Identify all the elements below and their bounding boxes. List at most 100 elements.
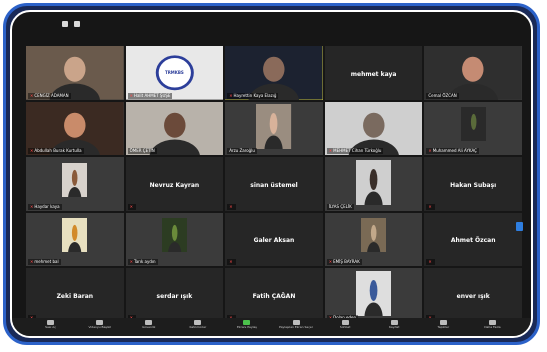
participant-label: ✕ [127, 203, 136, 210]
muted-mic-icon: ✕ [428, 203, 432, 209]
participant-tile[interactable]: ✕Dolan eden [324, 268, 423, 322]
participant-name: Hakan Subaşı [450, 181, 497, 189]
participant-tile[interactable]: Zeki Baran✕ [26, 268, 124, 322]
logo-text: TRMKBS [164, 70, 184, 76]
participant-tile[interactable]: ✕Hayrettin Kaya Elazığ [225, 46, 323, 100]
window-frame: ✕CENGİZ ADAMAN TRMKBS ✕Halit AHMET ŞUŞE ✕Ha… [3, 3, 540, 345]
participant-label: ✕Tarık aydın [127, 259, 158, 266]
toolbar-button[interactable]: Sesi Aç [34, 318, 68, 336]
participant-tile[interactable]: TRMKBS ✕Halit AHMET ŞUŞE [125, 46, 224, 100]
gallery-grid: ✕CENGİZ ADAMAN TRMKBS ✕Halit AHMET ŞUŞE ✕Ha… [26, 46, 522, 322]
participant-tile[interactable]: Nevruz Kayran ✕ [125, 157, 224, 211]
muted-mic-icon: ✕ [229, 203, 233, 209]
participant-label: ✕Haydar kaya [28, 203, 62, 210]
participant-label: ✕Hayrettin Kaya Elazığ [227, 92, 279, 99]
toolbar-button[interactable]: Güvenlik [132, 318, 166, 336]
muted-mic-icon: ✕ [229, 259, 233, 265]
toolbar-button-label: Sesi Aç [45, 325, 56, 329]
participant-label: ✕ [426, 203, 435, 210]
toolbar-button[interactable]: Kaydet [377, 318, 411, 336]
participant-tile[interactable]: mehmet kaya [324, 46, 423, 100]
participant-label: ✕ [426, 259, 435, 266]
participant-tile[interactable]: İLYAS ÇELİK [324, 157, 423, 211]
fullscreen-icon[interactable] [74, 21, 80, 27]
participant-tile[interactable]: ✕Muhammed Ali AYKAÇ [424, 101, 522, 156]
video-feed [62, 162, 88, 197]
participant-tile[interactable]: Fatih ÇAĞAN✕ [225, 268, 323, 322]
muted-mic-icon: ✕ [30, 148, 34, 154]
participant-tile[interactable]: Ahmet Özcan ✕ [424, 212, 522, 267]
participant-label-text: CENGİZ ADAMAN [34, 92, 69, 98]
participant-label: ✕Muhammed Ali AYKAÇ [426, 148, 479, 155]
participant-name: enver ışık [456, 293, 490, 301]
toolbar-button-label: Videoyu Başlat [88, 325, 111, 329]
participant-name: Galer Aksan [253, 237, 295, 245]
video-feed [356, 271, 392, 317]
participant-label-text: mehmet bal [34, 259, 59, 265]
meeting-window: ✕CENGİZ ADAMAN TRMKBS ✕Halit AHMET ŞUŞE ✕Ha… [10, 10, 533, 338]
toolbar-button[interactable]: Ekranı Paylaş [230, 318, 264, 336]
participant-tile[interactable]: ✕Haydar kaya [26, 157, 124, 211]
participant-name: Nevruz Kayran [149, 181, 200, 189]
muted-mic-icon: ✕ [30, 259, 34, 265]
participant-label-text: Tarık aydın [133, 259, 156, 265]
participant-name: Fatih ÇAĞAN [252, 293, 296, 301]
participant-tile[interactable]: sinan üstemel ✕ [225, 157, 323, 211]
toolbar-button[interactable]: Videoyu Başlat [83, 318, 117, 336]
participant-tile[interactable]: ✕Abdullah Burak Kurtulla [26, 101, 124, 156]
participant-tile[interactable]: ✕Tarık aydın [125, 212, 224, 267]
participant-tile[interactable]: Arzu Zaroğlu [225, 101, 323, 156]
participant-name: Zeki Baran [56, 293, 94, 301]
participant-label: ✕ [227, 259, 236, 266]
toolbar-button[interactable]: Tepkiler [426, 318, 460, 336]
muted-mic-icon: ✕ [328, 148, 333, 154]
participant-label-text: Hayrettin Kaya Elazığ [233, 92, 277, 98]
muted-mic-icon: ✕ [428, 148, 432, 154]
participant-tile[interactable]: enver ışık✕ [424, 268, 522, 322]
muted-mic-icon: ✕ [129, 203, 133, 209]
participant-tile[interactable]: ✕CENGİZ ADAMAN [26, 46, 124, 100]
video-feed [360, 218, 387, 253]
toolbar-button[interactable]: Paylaşılan Ekran Seçenekleri [279, 318, 313, 336]
toolbar-button[interactable]: Katılımcılar [181, 318, 215, 336]
toolbar-button[interactable]: Daha Fazla [475, 318, 509, 336]
participant-tile[interactable]: ÖMER ÇETİN [125, 101, 224, 156]
meeting-toolbar: Sesi Aç Videoyu Başlat Güvenlik Katılımcıla… [12, 318, 531, 336]
participant-label: Cemal ÖZCAN [426, 92, 459, 99]
participant-name: mehmet kaya [350, 70, 397, 78]
view-toggle-icon[interactable] [62, 21, 68, 27]
muted-mic-icon: ✕ [129, 259, 133, 265]
video-feed [62, 218, 88, 253]
participant-name: serdar ışık [156, 293, 193, 301]
participant-label: ✕EMİŞ BAYRAK [326, 259, 362, 266]
video-feed [256, 104, 292, 150]
chat-notification-icon[interactable] [516, 222, 523, 231]
participant-label: ✕CENGİZ ADAMAN [28, 92, 71, 99]
participant-tile[interactable]: Cemal ÖZCAN [424, 46, 522, 100]
participant-tile[interactable]: serdar ışık✕ [125, 268, 224, 322]
toolbar-button[interactable]: Sohbet [328, 318, 362, 336]
participant-tile[interactable]: ✕EMİŞ BAYRAK [324, 212, 423, 267]
participant-tile[interactable]: ✕MEHMET Cihan Türkoğlu [324, 101, 423, 156]
participant-label-text: MEHMET Cihan Türkoğlu [333, 148, 382, 154]
video-feed [324, 101, 423, 156]
participant-tile[interactable]: Hakan Subaşı ✕ [424, 157, 522, 211]
participant-tile[interactable]: ✕mehmet bal [26, 212, 124, 267]
participant-label: ÖMER ÇETİN [127, 148, 157, 155]
participant-label: ✕Abdullah Burak Kurtulla [28, 148, 84, 155]
muted-mic-icon: ✕ [428, 259, 432, 265]
top-bar [12, 12, 531, 38]
participant-name: Ahmet Özcan [450, 237, 496, 245]
muted-mic-icon: ✕ [229, 92, 233, 98]
muted-mic-icon: ✕ [129, 92, 133, 98]
participant-label-text: İLYAS ÇELİK [328, 203, 352, 209]
participant-label: ✕MEHMET Cihan Türkoğlu [326, 148, 384, 155]
toolbar-button-label: Ekranı Paylaş [236, 325, 257, 329]
participant-label-text: Cemal ÖZCAN [428, 92, 457, 98]
participant-tile[interactable]: Galer Aksan ✕ [225, 212, 323, 267]
muted-mic-icon: ✕ [30, 203, 34, 209]
toolbar-button-label: Tepkiler [437, 325, 450, 329]
video-feed [26, 46, 124, 100]
video-feed [225, 46, 323, 100]
video-feed [26, 101, 124, 156]
